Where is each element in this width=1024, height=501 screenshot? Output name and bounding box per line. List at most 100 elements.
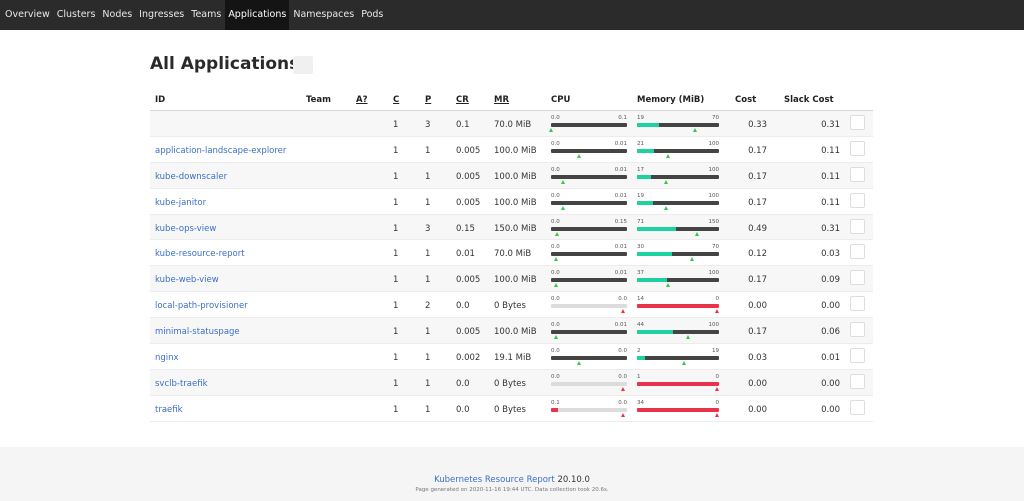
- footer-app-link[interactable]: Kubernetes Resource Report: [434, 475, 555, 485]
- cell-cost: 0.00: [748, 404, 767, 415]
- cell-p: 1: [425, 249, 431, 260]
- row-select-box[interactable]: [850, 218, 865, 234]
- mem-request-marker: [664, 179, 669, 184]
- mem-min-label: 14: [637, 296, 644, 303]
- cell-id[interactable]: traefik: [155, 405, 183, 415]
- mem-max-label: 70: [712, 244, 719, 251]
- row-select-box[interactable]: [850, 322, 865, 338]
- nav-item-namespaces[interactable]: Namespaces: [290, 0, 357, 30]
- row-select-box[interactable]: [850, 296, 865, 312]
- table-row: application-landscape-explorer 1 1 0.005 100…: [150, 137, 873, 163]
- mem-request-marker: [714, 386, 719, 391]
- header-id[interactable]: ID: [155, 95, 165, 105]
- cell-id[interactable]: application-landscape-explorer: [155, 146, 286, 156]
- row-select-box[interactable]: [850, 399, 865, 415]
- mem-min-label: 2: [637, 348, 641, 355]
- cpu-max-label: 0.01: [614, 322, 627, 329]
- row-select-box[interactable]: [850, 140, 865, 156]
- cell-c: 1: [393, 404, 399, 415]
- applications-table: ID Team A? C P CR MR CPU Memory (MiB) Co…: [150, 89, 873, 422]
- cell-c: 1: [393, 301, 399, 312]
- cell-cost: 0.17: [748, 275, 767, 286]
- mem-bar-fill: [637, 407, 719, 412]
- cell-id[interactable]: nginx: [155, 353, 179, 363]
- cpu-bar-track: [551, 174, 627, 179]
- header-team[interactable]: Team: [306, 95, 331, 105]
- cell-id[interactable]: local-path-provisioner: [155, 301, 248, 311]
- cpu-max-label: 0.0: [618, 348, 627, 355]
- cpu-usage-bar: 0.0 0.01: [551, 167, 627, 185]
- cell-id[interactable]: kube-ops-view: [155, 224, 216, 234]
- cell-id[interactable]: kube-resource-report: [155, 249, 245, 259]
- cpu-bar-track: [551, 148, 627, 153]
- cell-cr: 0.005: [456, 327, 481, 338]
- nav-item-applications[interactable]: Applications: [225, 0, 290, 30]
- mem-bar-fill: [637, 200, 653, 205]
- cpu-request-marker: [621, 309, 626, 314]
- cell-cost: 0.17: [748, 145, 767, 156]
- cpu-min-label: 0.1: [551, 399, 560, 406]
- nav-item-teams[interactable]: Teams: [188, 0, 224, 30]
- nav-item-clusters[interactable]: Clusters: [54, 0, 99, 30]
- cell-id[interactable]: kube-downscaler: [155, 172, 227, 182]
- header-active[interactable]: A?: [356, 95, 368, 105]
- cpu-max-label: 0.0: [618, 399, 627, 406]
- cpu-request-marker: [553, 257, 558, 262]
- mem-max-label: 0: [715, 373, 720, 380]
- mem-usage-bar: 37 100: [637, 270, 719, 288]
- mem-max-label: 100: [708, 270, 720, 277]
- cpu-max-label: 0.01: [614, 244, 627, 251]
- header-c[interactable]: C: [393, 95, 399, 105]
- header-p[interactable]: P: [425, 95, 431, 105]
- cell-cost: 0.00: [748, 301, 767, 312]
- mem-min-label: 44: [637, 322, 644, 329]
- mem-bar-fill: [637, 148, 655, 153]
- nav-item-overview[interactable]: Overview: [2, 0, 53, 30]
- cell-c: 1: [393, 275, 399, 286]
- cell-p: 3: [425, 120, 431, 130]
- row-select-box[interactable]: [850, 166, 865, 182]
- cell-cost: 0.17: [748, 171, 767, 182]
- row-select-box[interactable]: [850, 348, 865, 364]
- mem-max-label: 100: [708, 192, 720, 199]
- cell-id[interactable]: minimal-statuspage: [155, 327, 240, 337]
- table-row: 1 3 0.1 70.0 MiB 0.0 0.1 19 70 0.33 0.31: [150, 111, 873, 137]
- cell-c: 1: [393, 327, 399, 338]
- cell-mr: 70.0 MiB: [494, 120, 532, 130]
- row-select-box[interactable]: [850, 270, 865, 286]
- top-navbar: Overview Clusters Nodes Ingresses Teams Appli…: [0, 0, 1024, 30]
- header-memory[interactable]: Memory (MiB): [637, 95, 704, 105]
- cell-id[interactable]: kube-janitor: [155, 198, 206, 208]
- cpu-request-marker: [561, 205, 566, 210]
- mem-min-label: 30: [637, 244, 644, 251]
- mem-request-marker: [686, 335, 691, 340]
- row-select-box[interactable]: [850, 115, 865, 130]
- footer-title: Kubernetes Resource Report 20.10.0: [0, 475, 1024, 485]
- header-mr[interactable]: MR: [494, 95, 509, 105]
- nav-item-nodes[interactable]: Nodes: [99, 0, 135, 30]
- cell-slack-cost: 0.09: [821, 275, 840, 286]
- row-select-box[interactable]: [850, 244, 865, 260]
- cell-id[interactable]: svclb-traefik: [155, 379, 208, 389]
- row-select-box[interactable]: [850, 192, 865, 208]
- cell-p: 3: [425, 223, 431, 234]
- mem-bar-track: [637, 407, 719, 412]
- mem-request-marker: [692, 128, 697, 132]
- footer: Kubernetes Resource Report 20.10.0 Page …: [0, 447, 1024, 501]
- cpu-bar-track: [551, 226, 627, 231]
- mem-bar-fill: [637, 356, 646, 361]
- cpu-request-marker: [553, 283, 558, 288]
- nav-item-ingresses[interactable]: Ingresses: [136, 0, 187, 30]
- cell-c: 1: [393, 197, 399, 208]
- mem-usage-bar: 34 0: [637, 400, 719, 418]
- cell-id[interactable]: kube-web-view: [155, 275, 219, 285]
- cpu-min-label: 0.0: [551, 192, 560, 199]
- cell-slack-cost: 0.01: [821, 353, 840, 364]
- header-cr[interactable]: CR: [456, 95, 469, 105]
- row-select-box[interactable]: [850, 373, 865, 389]
- cell-c: 1: [393, 171, 399, 182]
- header-cost[interactable]: Cost: [735, 95, 756, 105]
- nav-item-pods[interactable]: Pods: [358, 0, 386, 30]
- header-slack-cost[interactable]: Slack Cost: [784, 95, 834, 105]
- header-cpu[interactable]: CPU: [551, 95, 570, 105]
